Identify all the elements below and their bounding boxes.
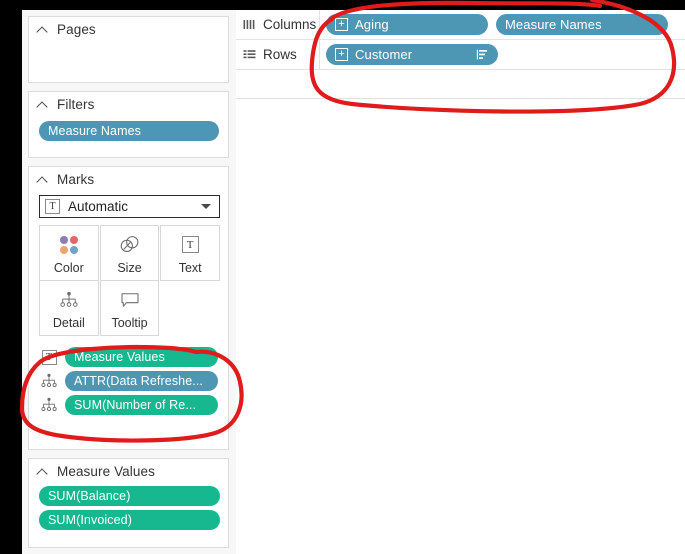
marks-card: Marks T Automatic — [28, 166, 229, 450]
detail-mark-icon[interactable] — [39, 372, 59, 390]
marks-buttons-spacer — [160, 280, 220, 336]
text-mark-icon[interactable]: T — [39, 348, 59, 366]
text-icon: T — [182, 232, 199, 258]
marks-pill-attr-data-refreshed[interactable]: ATTR(Data Refreshe... — [65, 371, 218, 391]
mark-type-label: Automatic — [68, 199, 201, 214]
filter-pill-measure-names[interactable]: Measure Names — [39, 121, 219, 141]
columns-label-text: Columns — [263, 17, 316, 32]
marks-detail-button[interactable]: Detail — [39, 280, 99, 336]
pages-card: Pages — [28, 16, 229, 83]
cards-panel: Pages Filters Measure Names Marks — [22, 10, 236, 554]
marks-tooltip-label: Tooltip — [111, 316, 147, 330]
marks-pill-list: T Measure Values — [39, 345, 220, 417]
marks-color-button[interactable]: Color — [39, 225, 99, 281]
detail-icon — [59, 287, 79, 313]
rows-icon — [243, 48, 256, 61]
filters-pill-list: Measure Names — [39, 121, 219, 141]
sort-icon[interactable] — [476, 49, 489, 61]
pages-card-title: Pages — [57, 22, 96, 37]
marks-buttons-grid: Color Size — [39, 225, 220, 336]
chevron-up-icon[interactable] — [37, 98, 50, 111]
marks-color-label: Color — [54, 261, 84, 275]
view-header-blank-row — [236, 70, 685, 99]
tooltip-icon — [120, 287, 140, 313]
filters-card: Filters Measure Names — [28, 91, 229, 158]
marks-size-button[interactable]: Size — [100, 225, 160, 281]
row-pill-customer[interactable]: + Customer — [326, 44, 498, 65]
marks-text-button[interactable]: T Text — [160, 225, 220, 281]
marks-size-label: Size — [117, 261, 141, 275]
plus-expand-icon[interactable]: + — [335, 48, 348, 61]
columns-shelf-dropzone[interactable]: + Aging Measure Names — [320, 10, 685, 39]
size-icon — [119, 232, 141, 258]
rows-shelf[interactable]: Rows + Customer — [236, 40, 685, 70]
text-mark-icon: T — [45, 199, 60, 214]
measure-value-pill-sum-invoiced[interactable]: SUM(Invoiced) — [39, 510, 220, 530]
window-frame-top — [0, 0, 685, 10]
filters-card-title: Filters — [57, 97, 94, 112]
measure-values-card-header[interactable]: Measure Values — [29, 459, 228, 483]
measure-value-pill-sum-balance[interactable]: SUM(Balance) — [39, 486, 220, 506]
marks-tooltip-button[interactable]: Tooltip — [100, 280, 160, 336]
chevron-up-icon[interactable] — [37, 23, 50, 36]
color-icon — [60, 232, 78, 258]
mark-type-dropdown[interactable]: T Automatic — [39, 195, 220, 218]
plus-expand-icon[interactable]: + — [335, 18, 348, 31]
marks-text-label: Text — [179, 261, 202, 275]
column-pill-measure-names[interactable]: Measure Names — [496, 14, 668, 35]
chevron-down-icon[interactable] — [201, 204, 211, 209]
rows-label-text: Rows — [263, 47, 297, 62]
chevron-up-icon[interactable] — [37, 173, 50, 186]
worksheet-canvas: Pages Filters Measure Names Marks — [22, 10, 685, 554]
rows-shelf-dropzone[interactable]: + Customer — [320, 40, 685, 69]
columns-shelf-label: Columns — [236, 10, 320, 39]
marks-pill-row: ATTR(Data Refreshe... — [39, 369, 220, 393]
marks-detail-label: Detail — [53, 316, 85, 330]
marks-pill-row: SUM(Number of Re... — [39, 393, 220, 417]
marks-card-header[interactable]: Marks — [29, 167, 228, 191]
marks-card-title: Marks — [57, 172, 94, 187]
pages-card-header[interactable]: Pages — [29, 17, 228, 41]
column-pill-aging[interactable]: + Aging — [326, 14, 488, 35]
measure-values-pill-list: SUM(Balance) SUM(Invoiced) — [39, 486, 220, 534]
marks-pill-measure-values[interactable]: Measure Values — [65, 347, 218, 367]
detail-mark-icon[interactable] — [39, 396, 59, 414]
rows-shelf-label: Rows — [236, 40, 320, 69]
shelves-panel: Columns + Aging Measure Names — [236, 10, 685, 554]
marks-pill-sum-number-of-re[interactable]: SUM(Number of Re... — [65, 395, 218, 415]
marks-pill-row: T Measure Values — [39, 345, 220, 369]
chevron-up-icon[interactable] — [37, 465, 50, 478]
marks-buttons-row-1: Color Size — [39, 225, 220, 281]
columns-shelf[interactable]: Columns + Aging Measure Names — [236, 10, 685, 40]
window-frame-left — [0, 0, 22, 554]
measure-values-card-title: Measure Values — [57, 464, 155, 479]
measure-values-card: Measure Values SUM(Balance) SUM(Invoiced… — [28, 458, 229, 548]
marks-buttons-row-2: Detail Tooltip — [39, 280, 220, 336]
columns-icon — [243, 18, 256, 31]
filters-card-header[interactable]: Filters — [29, 92, 228, 116]
